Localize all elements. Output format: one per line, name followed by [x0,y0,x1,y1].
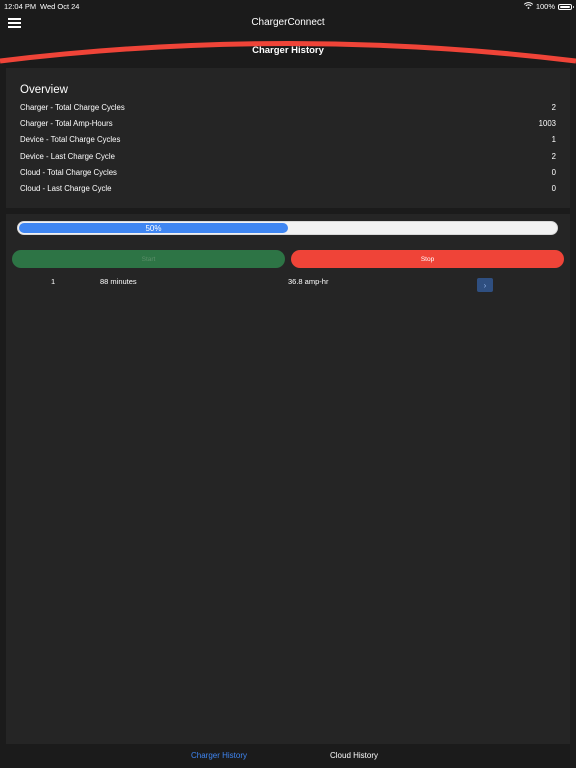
overview-row: Cloud - Total Charge Cycles 0 [20,168,556,180]
status-indicators: 100% [523,2,574,11]
stop-button[interactable]: Stop [291,250,564,268]
overview-row-value: 0 [551,184,556,193]
chevron-right-icon[interactable]: › [477,278,493,292]
overview-row-value: 1 [551,135,556,144]
app-header: ChargerConnect Charger History [0,12,576,74]
charge-session-card: 50% Start Stop 1 88 minutes 36.8 amp-hr … [6,214,570,744]
overview-row: Device - Total Charge Cycles 1 [20,135,556,147]
history-amp-hours: 36.8 amp-hr [288,277,329,286]
overview-row-label: Cloud - Last Charge Cycle [20,184,112,193]
overview-card: Overview Charger - Total Charge Cycles 2… [6,68,570,208]
overview-row-label: Charger - Total Charge Cycles [20,103,125,112]
overview-title: Overview [20,84,68,96]
tab-charger-history[interactable]: Charger History [191,751,247,760]
bottom-tab-bar: Charger History Cloud History [0,744,576,768]
history-row[interactable]: 1 88 minutes 36.8 amp-hr › [6,272,570,296]
overview-row-value: 2 [551,103,556,112]
status-bar: 12:04 PM Wed Oct 24 100% [0,0,576,12]
overview-row-label: Device - Total Charge Cycles [20,135,121,144]
overview-row: Device - Last Charge Cycle 2 [20,152,556,164]
battery-percent: 100% [535,2,555,11]
tab-cloud-history[interactable]: Cloud History [330,751,378,760]
overview-row: Cloud - Last Charge Cycle 0 [20,184,556,196]
wifi-icon [523,2,533,11]
status-time: 12:04 PM [4,2,37,11]
history-duration: 88 minutes [100,277,137,286]
overview-row-label: Device - Last Charge Cycle [20,152,115,161]
status-date: Wed Oct 24 [40,2,80,11]
page-title: Charger History [252,45,324,56]
overview-row-value: 2 [551,152,556,161]
overview-row-label: Cloud - Total Charge Cycles [20,168,117,177]
app-screen: 12:04 PM Wed Oct 24 100% ChargerConnect [0,0,576,768]
charge-progress-label: 50% [145,223,162,233]
overview-row-label: Charger - Total Amp-Hours [20,119,113,128]
overview-row: Charger - Total Amp-Hours 1003 [20,119,556,131]
overview-row-value: 0 [551,168,556,177]
battery-icon [558,3,574,10]
history-index: 1 [51,277,56,286]
start-button[interactable]: Start [12,250,285,268]
app-title: ChargerConnect [251,17,325,28]
overview-row: Charger - Total Charge Cycles 2 [20,103,556,115]
overview-row-value: 1003 [538,119,556,128]
charge-progress-bar: 50% [17,221,558,235]
